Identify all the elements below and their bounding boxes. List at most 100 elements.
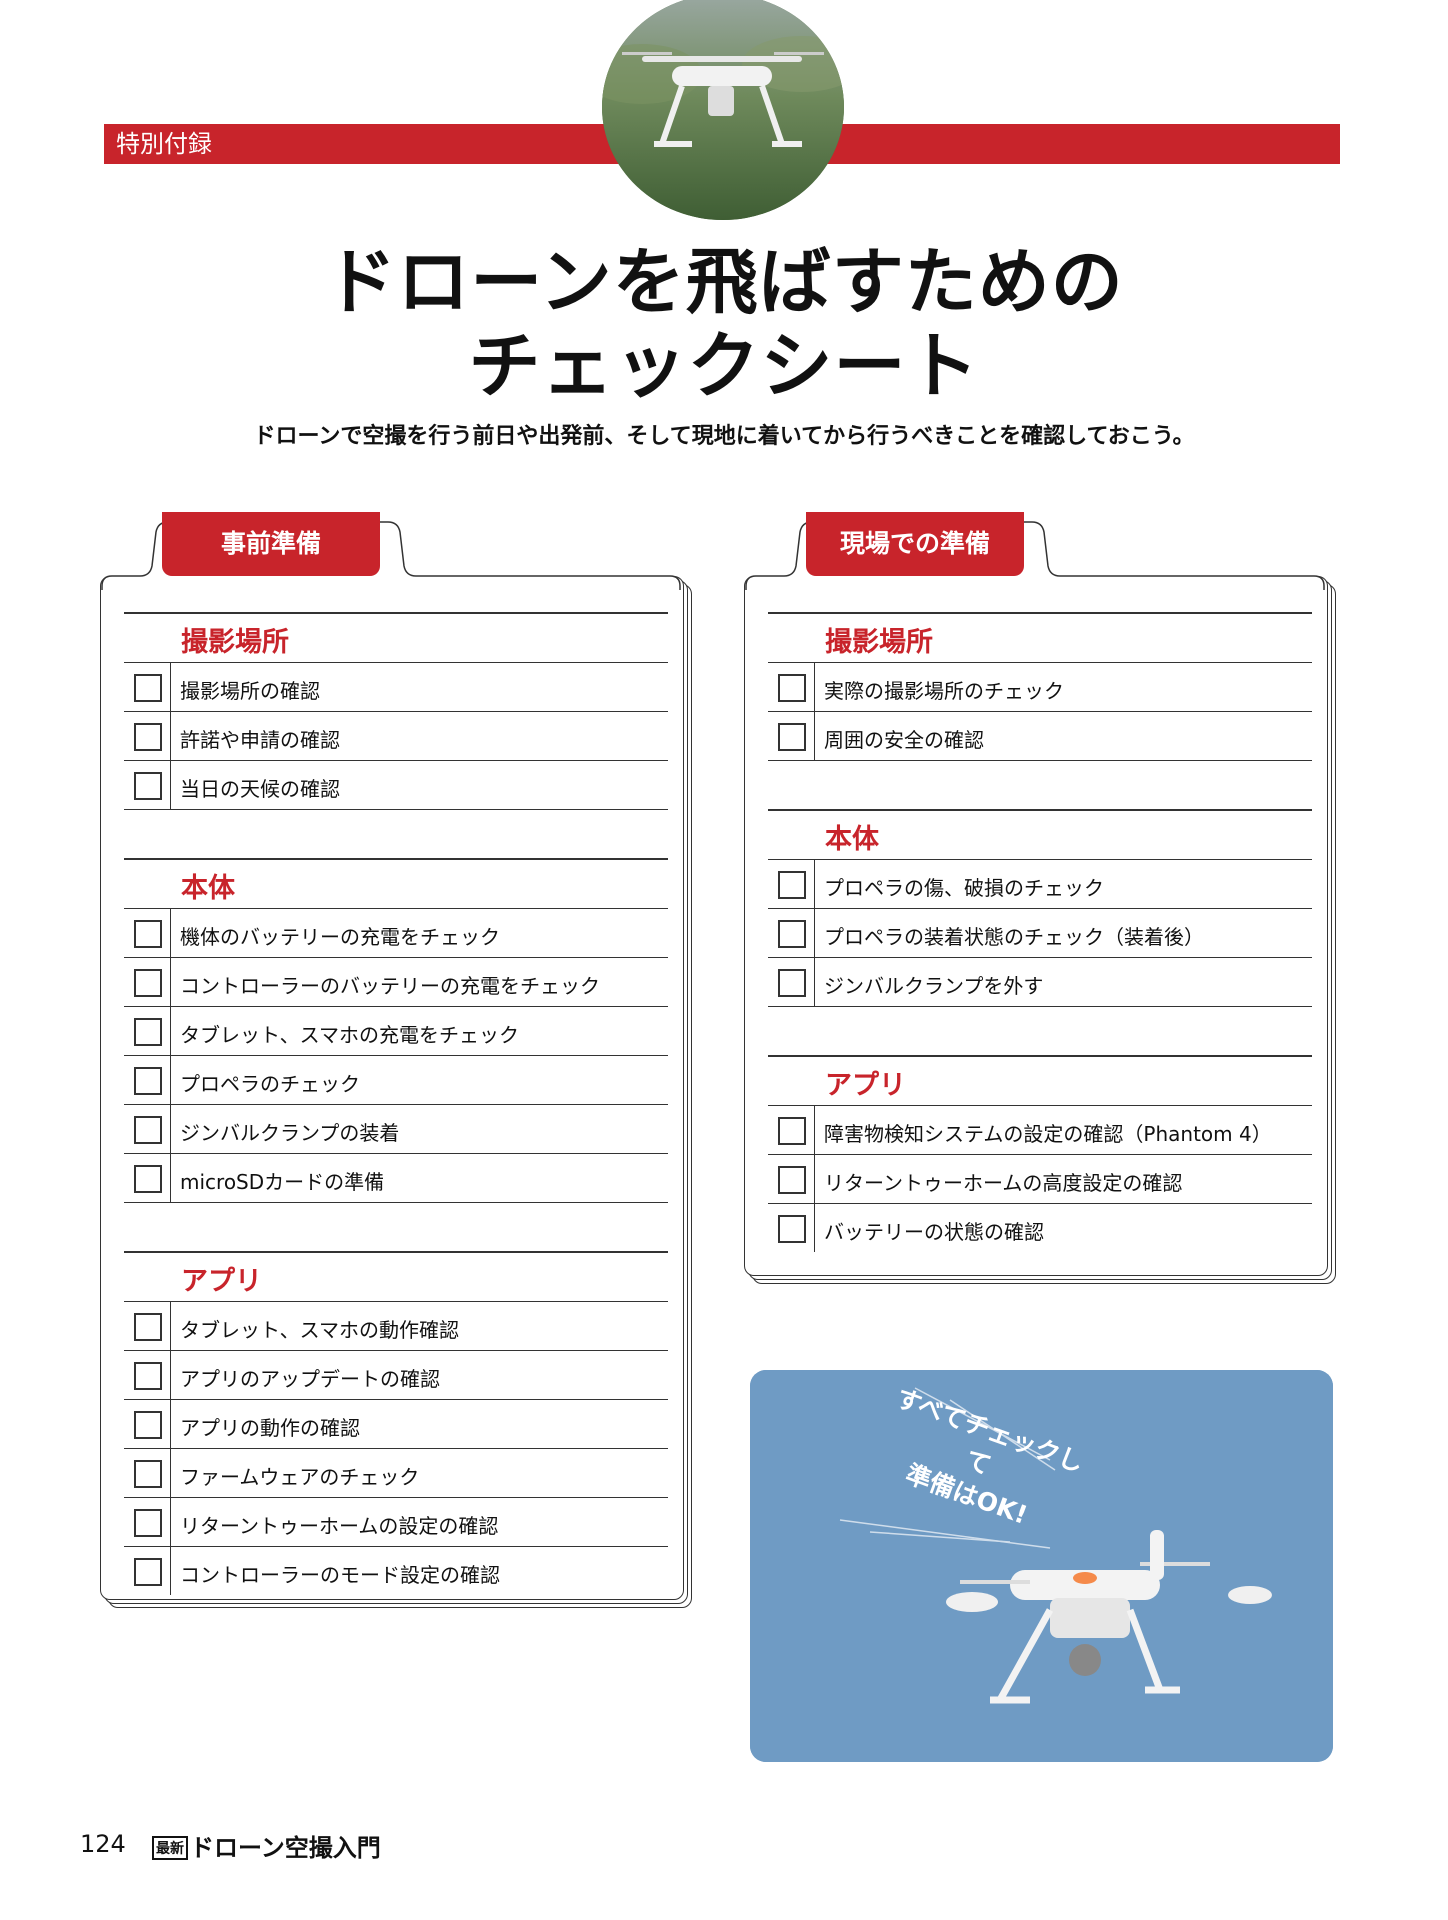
group-spacer [124, 1202, 668, 1251]
section-tag: 特別付録 [116, 130, 212, 158]
checklist-row[interactable]: プロペラのチェック [124, 1055, 668, 1104]
checklist-item-label: 障害物検知システムの設定の確認（Phantom 4） [824, 1122, 1272, 1146]
checkbox[interactable] [134, 674, 162, 702]
row-divider [170, 1449, 171, 1497]
book-title-text: ドローン空撮入門 [190, 1834, 381, 1862]
group-header: 本体 [768, 809, 1312, 859]
group-header: アプリ [768, 1055, 1312, 1105]
row-divider [170, 761, 171, 809]
checklist-row[interactable]: microSDカードの準備 [124, 1153, 668, 1202]
checklist-row[interactable]: 許諾や申請の確認 [124, 711, 668, 760]
row-divider [814, 860, 815, 908]
checklist-item-label: ファームウェアのチェック [180, 1465, 420, 1489]
group-header: 撮影場所 [768, 612, 1312, 662]
checklist-item-label: 当日の天候の確認 [180, 777, 340, 801]
row-divider [814, 958, 815, 1006]
checklist-item-label: プロペラのチェック [180, 1072, 360, 1096]
checklist-row[interactable]: ジンバルクランプを外す [768, 957, 1312, 1006]
checklist-row[interactable]: バッテリーの状態の確認 [768, 1203, 1312, 1252]
row-divider [170, 1056, 171, 1104]
checkbox[interactable] [778, 1117, 806, 1145]
row-divider [814, 909, 815, 957]
checkbox[interactable] [778, 920, 806, 948]
checkbox[interactable] [134, 969, 162, 997]
checklist-row[interactable]: アプリの動作の確認 [124, 1399, 668, 1448]
checkbox[interactable] [134, 772, 162, 800]
row-divider [814, 712, 815, 760]
checkbox[interactable] [134, 1558, 162, 1586]
checklist-item-label: タブレット、スマホの動作確認 [180, 1318, 459, 1342]
checkbox[interactable] [134, 1313, 162, 1341]
row-divider [170, 1351, 171, 1399]
checkbox[interactable] [134, 1116, 162, 1144]
group-spacer [124, 809, 668, 858]
checklist-item-label: コントローラーのバッテリーの充電をチェック [180, 974, 600, 998]
row-divider [170, 1547, 171, 1595]
title-line-1: ドローンを飛ばすための [324, 240, 1124, 324]
checklist-row[interactable]: プロペラの装着状態のチェック（装着後） [768, 908, 1312, 957]
checkbox[interactable] [778, 1166, 806, 1194]
checkbox[interactable] [778, 674, 806, 702]
checklist-item-label: アプリの動作の確認 [180, 1416, 360, 1440]
checkbox[interactable] [778, 969, 806, 997]
checklist-row[interactable]: ジンバルクランプの装着 [124, 1104, 668, 1153]
checklist-row[interactable]: アプリのアップデートの確認 [124, 1350, 668, 1399]
checklist-item-label: プロペラの傷、破損のチェック [824, 876, 1104, 900]
checklist-row[interactable]: リターントゥーホームの設定の確認 [124, 1497, 668, 1546]
checkbox[interactable] [778, 723, 806, 751]
checkbox[interactable] [134, 1411, 162, 1439]
checklist-item-label: コントローラーのモード設定の確認 [180, 1563, 500, 1587]
checklist-row[interactable]: プロペラの傷、破損のチェック [768, 859, 1312, 908]
left-checklist: 撮影場所撮影場所の確認許諾や申請の確認当日の天候の確認本体 機体のバッテリーの充電… [124, 612, 668, 1595]
checkbox[interactable] [134, 1509, 162, 1537]
checklist-item-label: アプリのアップデートの確認 [180, 1367, 440, 1391]
checkbox[interactable] [778, 1215, 806, 1243]
drone-flying-photo: すべてチェックして 準備はOK! [750, 1370, 1333, 1762]
checklist-row[interactable]: 実際の撮影場所のチェック [768, 662, 1312, 711]
group-title: 本体 [825, 824, 879, 855]
checklist-item-label: 撮影場所の確認 [180, 679, 320, 703]
checklist-item-label: タブレット、スマホの充電をチェック [180, 1023, 519, 1047]
row-divider [170, 1302, 171, 1350]
title-line-2: チェックシート [468, 324, 980, 408]
group-spacer [768, 760, 1312, 809]
checklist-row[interactable]: リターントゥーホームの高度設定の確認 [768, 1154, 1312, 1203]
checkbox[interactable] [134, 920, 162, 948]
checkbox[interactable] [134, 1460, 162, 1488]
row-divider [170, 712, 171, 760]
tab-on-site-preparation: 現場での準備 [806, 512, 1024, 576]
checklist-row[interactable]: タブレット、スマホの動作確認 [124, 1301, 668, 1350]
checklist-row[interactable]: ファームウェアのチェック [124, 1448, 668, 1497]
checklist-row[interactable]: 機体のバッテリーの充電をチェック [124, 908, 668, 957]
checkbox[interactable] [134, 1067, 162, 1095]
checklist-item-label: リターントゥーホームの高度設定の確認 [824, 1171, 1183, 1195]
checklist-row[interactable]: コントローラーのモード設定の確認 [124, 1546, 668, 1595]
checkbox[interactable] [134, 723, 162, 751]
checklist-row[interactable]: タブレット、スマホの充電をチェック [124, 1006, 668, 1055]
checklist-row[interactable]: 当日の天候の確認 [124, 760, 668, 809]
row-divider [170, 958, 171, 1006]
page-title: ドローンを飛ばすための チェックシート [0, 240, 1448, 408]
drone-hero-photo [602, 0, 844, 220]
checkbox[interactable] [134, 1362, 162, 1390]
checklist-row[interactable]: コントローラーのバッテリーの充電をチェック [124, 957, 668, 1006]
group-spacer [768, 1006, 1312, 1055]
row-divider [814, 1106, 815, 1154]
checkbox[interactable] [778, 871, 806, 899]
row-divider [170, 1154, 171, 1202]
checkbox[interactable] [134, 1018, 162, 1046]
checklist-row[interactable]: 周囲の安全の確認 [768, 711, 1312, 760]
group-header: 本体 [124, 858, 668, 908]
row-divider [170, 1498, 171, 1546]
row-divider [814, 663, 815, 711]
row-divider [170, 1105, 171, 1153]
group-title: アプリ [181, 1266, 262, 1297]
book-title: 最新 ドローン空撮入門 [152, 1828, 381, 1863]
page-number: 124 [80, 1830, 126, 1858]
checklist-item-label: ジンバルクランプの装着 [180, 1121, 400, 1145]
checkbox[interactable] [134, 1165, 162, 1193]
group-header: 撮影場所 [124, 612, 668, 662]
checklist-row[interactable]: 撮影場所の確認 [124, 662, 668, 711]
book-badge: 最新 [152, 1836, 188, 1860]
checklist-row[interactable]: 障害物検知システムの設定の確認（Phantom 4） [768, 1105, 1312, 1154]
